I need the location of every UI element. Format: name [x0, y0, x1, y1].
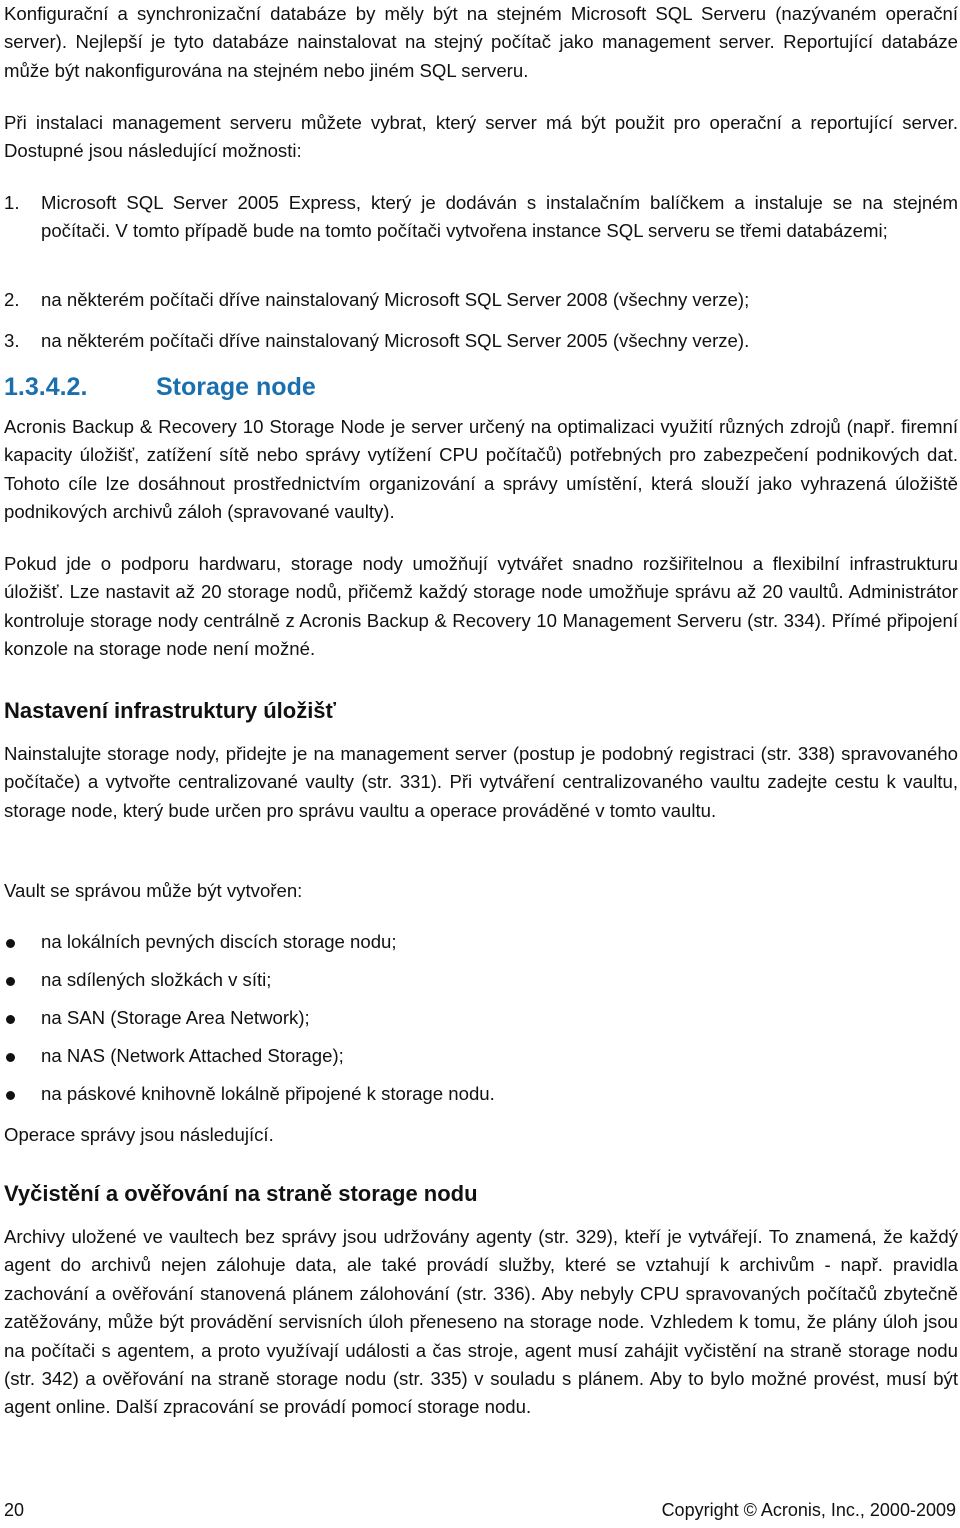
section-title: Storage node [156, 373, 316, 401]
infrastructure-paragraph-2: Vault se správou může být vytvořen: [4, 877, 958, 905]
list-item-text: na lokálních pevných discích storage nod… [41, 931, 397, 952]
infrastructure-paragraph-2-text: Vault se správou může být vytvořen: [4, 880, 303, 901]
cleanup-paragraph: Archivy uložené ve vaultech bez správy j… [4, 1223, 958, 1422]
list-number: 3. [4, 330, 20, 351]
cleanup-paragraph-text: Archivy uložené ve vaultech bez správy j… [4, 1226, 958, 1418]
list-item: na sdílených složkách v síti; [4, 966, 958, 994]
bullet-icon [6, 939, 15, 948]
infrastructure-heading: Nastavení infrastruktury úložišť [4, 698, 337, 723]
storage-node-paragraph-2-text: Pokud jde o podporu hardwaru, storage no… [4, 553, 958, 660]
intro-paragraph-1: Konfigurační a synchronizační databáze b… [4, 0, 958, 85]
infrastructure-paragraph-3-text: Operace správy jsou následující. [4, 1124, 274, 1145]
copyright-notice: Copyright © Acronis, Inc., 2000-2009 [661, 1500, 956, 1520]
list-item-text: na NAS (Network Attached Storage); [41, 1045, 344, 1066]
storage-node-paragraph-1-text: Acronis Backup & Recovery 10 Storage Nod… [4, 416, 958, 523]
intro-paragraph-2-text: Při instalaci management serveru můžete … [4, 112, 958, 162]
list-item-text: na páskové knihovně lokálně připojené k … [41, 1083, 495, 1104]
bullet-icon [6, 1015, 15, 1024]
list-item-text: na některém počítači dříve nainstalovaný… [41, 330, 750, 351]
bullet-icon [6, 977, 15, 986]
storage-node-paragraph-1: Acronis Backup & Recovery 10 Storage Nod… [4, 413, 958, 527]
section-heading: 1.3.4.2. Storage node [4, 371, 316, 403]
list-item: na páskové knihovně lokálně připojené k … [4, 1080, 958, 1108]
infrastructure-paragraph-1-text: Nainstalujte storage nody, přidejte je n… [4, 743, 958, 821]
options-list-item: 2. na některém počítači dříve nainstalov… [4, 286, 958, 314]
list-number: 2. [4, 289, 20, 310]
storage-node-paragraph-2: Pokud jde o podporu hardwaru, storage no… [4, 550, 958, 664]
bullet-icon [6, 1091, 15, 1100]
intro-paragraph-2: Při instalaci management serveru můžete … [4, 109, 958, 166]
options-list-item: 1. Microsoft SQL Server 2005 Express, kt… [4, 189, 958, 246]
intro-paragraph-1-text: Konfigurační a synchronizační databáze b… [4, 3, 958, 81]
list-item-text: na SAN (Storage Area Network); [41, 1007, 310, 1028]
list-item: na lokálních pevných discích storage nod… [4, 928, 958, 956]
list-item-text: na sdílených složkách v síti; [41, 969, 272, 990]
list-item-text: na některém počítači dříve nainstalovaný… [41, 289, 750, 310]
list-item: na NAS (Network Attached Storage); [4, 1042, 958, 1070]
page-number: 20 [4, 1500, 25, 1520]
bullet-icon [6, 1053, 15, 1062]
list-item-text: Microsoft SQL Server 2005 Express, který… [41, 192, 958, 242]
infrastructure-paragraph-1: Nainstalujte storage nody, přidejte je n… [4, 740, 958, 825]
cleanup-heading: Vyčistění a ověřování na straně storage … [4, 1181, 478, 1206]
options-list-item: 3. na některém počítači dříve nainstalov… [4, 327, 958, 355]
page-footer: 20 Copyright © Acronis, Inc., 2000-2009 [4, 1500, 956, 1521]
section-number: 1.3.4.2. [4, 373, 88, 401]
list-item: na SAN (Storage Area Network); [4, 1004, 958, 1032]
infrastructure-paragraph-3: Operace správy jsou následující. [4, 1121, 958, 1149]
list-number: 1. [4, 192, 20, 213]
